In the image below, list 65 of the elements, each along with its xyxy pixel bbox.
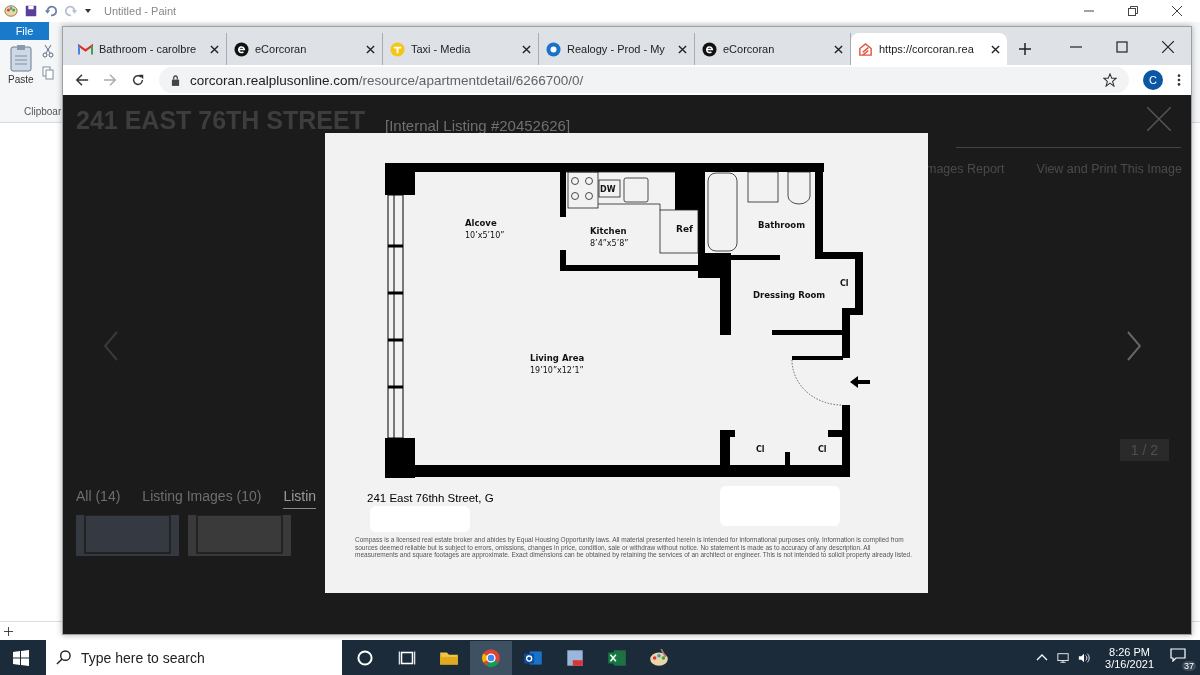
close-icon[interactable]: [1162, 41, 1174, 53]
search-icon: [56, 650, 71, 665]
fixture-label: Cl: [818, 445, 827, 454]
floor-plan-thumbnail[interactable]: [188, 515, 291, 556]
gallery-tab[interactable]: Listin: [283, 488, 317, 509]
browser-tab[interactable]: https://corcoran.rea: [851, 33, 1007, 65]
floor-plan-thumbnail[interactable]: [76, 515, 179, 556]
save-icon[interactable]: [24, 4, 38, 18]
room-dimensions: 10’x5’10”: [465, 231, 505, 240]
clock-date[interactable]: 3/16/2021: [1105, 657, 1154, 670]
close-tab-icon[interactable]: [522, 44, 531, 54]
ring-logo-icon: [546, 41, 561, 57]
maximize-icon[interactable]: [1116, 41, 1128, 53]
clipboard-icon[interactable]: [8, 44, 33, 72]
room-name: Kitchen: [590, 226, 627, 236]
window-title: Untitled - Paint: [104, 5, 177, 17]
new-tab-icon[interactable]: [1019, 43, 1031, 55]
dropdown-caret-icon[interactable]: [84, 7, 92, 15]
room-dimensions: 19’10”x12’1”: [530, 366, 584, 375]
fixture-label: Cl: [756, 445, 765, 454]
more-menu-icon[interactable]: [1177, 73, 1181, 87]
address-bar[interactable]: corcoran.realplusonline.com/resource/apartmentdetail/6266700/0/: [159, 67, 1129, 93]
file-tab[interactable]: File: [0, 22, 49, 40]
group-label: Clipboar: [24, 106, 62, 117]
scissors-icon[interactable]: [41, 44, 54, 58]
clock-time[interactable]: 8:26 PM: [1109, 645, 1150, 658]
browser-app-icon[interactable]: [470, 640, 512, 675]
close-tab-icon[interactable]: [678, 44, 687, 54]
close-tab-icon[interactable]: [834, 44, 843, 54]
internal-listing-number: [Internal Listing #20452626]: [385, 117, 571, 134]
mail-icon: [78, 41, 93, 57]
room-name: Dressing Room: [753, 290, 826, 300]
profile-avatar[interactable]: C: [1143, 70, 1163, 90]
close-icon[interactable]: [1172, 6, 1182, 16]
search-field[interactable]: Type here to search: [46, 640, 342, 675]
cursor-position-icon: [4, 626, 13, 636]
room-name: Bathroom: [758, 220, 806, 230]
close-tab-icon[interactable]: [991, 44, 1000, 54]
notification-count: 37: [1182, 660, 1196, 671]
star-icon[interactable]: [1103, 73, 1117, 87]
back-arrow-icon[interactable]: [75, 73, 89, 87]
circle-logo-icon: [702, 41, 717, 57]
paint-app-icon: [4, 4, 18, 18]
circle-logo-icon: [234, 41, 249, 57]
room-dimensions: 8’4”x5’8”: [590, 239, 629, 248]
close-tab-icon[interactable]: [366, 44, 375, 54]
network-icon[interactable]: [1057, 651, 1070, 664]
restore-icon[interactable]: [1128, 6, 1138, 16]
reload-icon[interactable]: [131, 73, 145, 87]
fixture-label: Ref: [676, 224, 693, 234]
next-chevron-icon[interactable]: [1127, 331, 1141, 361]
room-name: Living Area: [530, 353, 585, 363]
taxi-logo-icon: [390, 41, 405, 57]
house-logo-icon: [858, 41, 873, 57]
paste-label[interactable]: Paste: [8, 74, 34, 85]
close-tab-icon[interactable]: [210, 44, 219, 54]
undo-icon[interactable]: [44, 4, 58, 18]
fixture-label: Cl: [840, 279, 849, 288]
start-icon[interactable]: [13, 649, 29, 666]
notification-icon[interactable]: [1170, 647, 1186, 662]
property-address: 241 East 76thh Street, G: [367, 492, 495, 504]
fixture-label: DW: [600, 185, 616, 194]
speaker-icon[interactable]: [1078, 651, 1091, 664]
room-name: Alcove: [465, 218, 497, 228]
lock-icon: [171, 74, 180, 86]
